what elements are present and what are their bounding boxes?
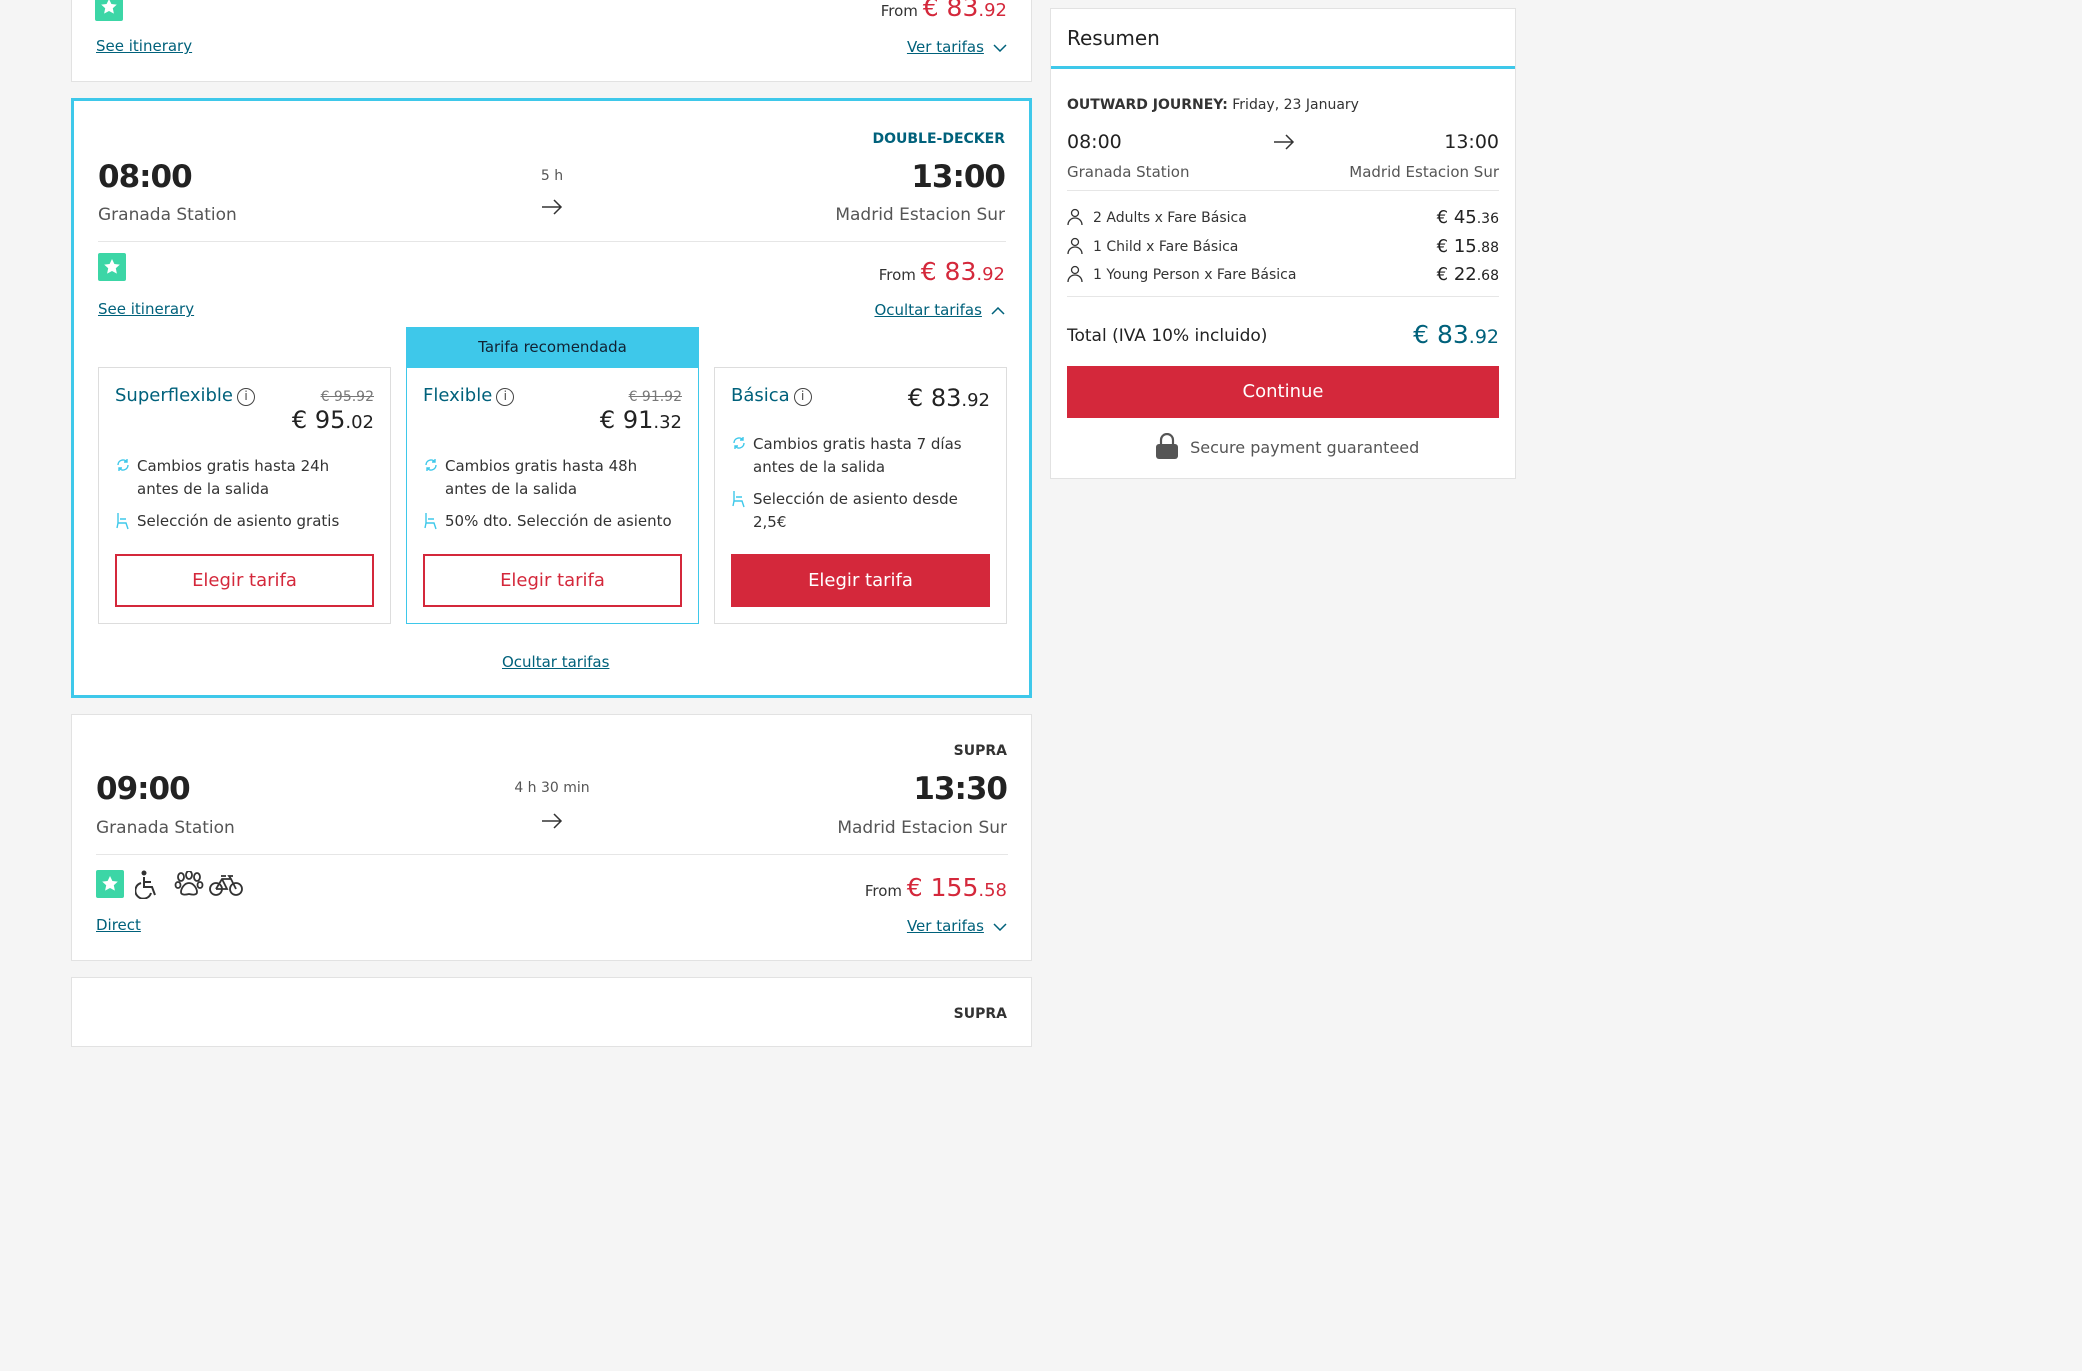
journey-card-next: SUPRA bbox=[71, 977, 1032, 1047]
arrival-time: 13:30 bbox=[913, 771, 1008, 807]
info-icon[interactable]: i bbox=[793, 388, 812, 406]
summary-accent-bar bbox=[1051, 66, 1515, 69]
person-icon bbox=[1067, 265, 1083, 283]
fare-price: € 83.92 bbox=[907, 384, 990, 412]
journey-card-0900: SUPRA 09:00 4 h 30 min 13:30 Granada Sta… bbox=[71, 714, 1032, 961]
passenger-line: 1 Young Person x Fare Básica € 22.68 bbox=[1067, 264, 1499, 285]
chevron-up-icon bbox=[991, 306, 1005, 315]
see-itinerary-link[interactable]: See itinerary bbox=[96, 37, 192, 55]
total-label: Total (IVA 10% incluido) bbox=[1067, 326, 1268, 346]
feature-changes: Cambios gratis hasta 7 días antes de la … bbox=[731, 433, 991, 479]
ocultar-tarifas-toggle[interactable]: Ocultar tarifas bbox=[874, 300, 1005, 319]
passenger-line: 2 Adults x Fare Básica € 45.36 bbox=[1067, 207, 1499, 228]
journey-card-previous: See itinerary From € 83.92 Ver tarifas bbox=[71, 0, 1032, 82]
divider bbox=[96, 854, 1008, 855]
person-icon bbox=[1067, 208, 1083, 226]
info-icon[interactable]: i bbox=[496, 388, 515, 406]
wheelchair-icon bbox=[135, 870, 156, 899]
journey-card-selected: DOUBLE-DECKER 08:00 5 h 13:00 Granada St… bbox=[71, 98, 1032, 698]
feature-seat: 50% dto. Selección de asiento bbox=[423, 510, 683, 533]
star-icon bbox=[96, 870, 124, 898]
divider bbox=[1067, 296, 1499, 297]
departure-time: 09:00 bbox=[96, 771, 191, 807]
fare-card-flexible: Flexible i € 91.92 € 91.32 Cambios gratis… bbox=[406, 367, 699, 624]
train-type-tag: DOUBLE-DECKER bbox=[872, 131, 1005, 147]
continue-button[interactable]: Continue bbox=[1067, 366, 1499, 418]
chevron-down-icon bbox=[993, 43, 1007, 52]
feature-changes: Cambios gratis hasta 24h antes de la sal… bbox=[115, 455, 375, 501]
train-type-tag: SUPRA bbox=[953, 743, 1007, 759]
fare-card-basica: Básica i € 83.92 Cambios gratis hasta 7 d… bbox=[714, 367, 1007, 624]
summary-arrive-time: 13:00 bbox=[1444, 131, 1499, 153]
origin-station: Granada Station bbox=[96, 818, 235, 838]
divider bbox=[1067, 190, 1499, 191]
from-price: From € 83.92 bbox=[878, 257, 1005, 286]
arrow-right-icon bbox=[542, 813, 563, 829]
seat-icon bbox=[424, 513, 437, 530]
refresh-icon bbox=[733, 437, 745, 449]
divider bbox=[98, 241, 1006, 242]
destination-station: Madrid Estacion Sur bbox=[837, 818, 1007, 838]
feature-seat: Selección de asiento gratis bbox=[115, 510, 375, 533]
chevron-down-icon bbox=[993, 922, 1007, 931]
summary-origin: Granada Station bbox=[1067, 163, 1190, 181]
lock-icon bbox=[1156, 432, 1178, 459]
total-price: € 83.92 bbox=[1413, 320, 1499, 349]
paw-icon bbox=[174, 871, 204, 896]
refresh-icon bbox=[425, 459, 437, 471]
feature-changes: Cambios gratis hasta 48h antes de la sal… bbox=[423, 455, 683, 501]
ocultar-tarifas-link[interactable]: Ocultar tarifas bbox=[502, 653, 609, 671]
train-type-tag: SUPRA bbox=[953, 1006, 1007, 1022]
summary-panel: Resumen OUTWARD JOURNEY: Friday, 23 Janu… bbox=[1050, 8, 1516, 479]
fare-card-superflexible: Superflexible i € 95.92 € 95.02 Cambios g… bbox=[98, 367, 391, 624]
fare-name: Básica i bbox=[731, 385, 812, 406]
direct-link[interactable]: Direct bbox=[96, 916, 141, 934]
see-itinerary-link[interactable]: See itinerary bbox=[98, 300, 194, 318]
fare-name: Flexible i bbox=[423, 385, 515, 406]
elegir-tarifa-button[interactable]: Elegir tarifa bbox=[731, 554, 990, 607]
ver-tarifas-toggle[interactable]: Ver tarifas bbox=[907, 37, 1007, 56]
fare-price: € 91.32 bbox=[599, 406, 682, 434]
info-icon[interactable]: i bbox=[236, 388, 255, 406]
summary-title: Resumen bbox=[1067, 26, 1160, 50]
fare-name: Superflexible i bbox=[115, 385, 255, 406]
refresh-icon bbox=[117, 459, 129, 471]
elegir-tarifa-button[interactable]: Elegir tarifa bbox=[115, 554, 374, 607]
duration: 5 h bbox=[540, 168, 564, 184]
duration: 4 h 30 min bbox=[514, 780, 590, 796]
elegir-tarifa-button[interactable]: Elegir tarifa bbox=[423, 554, 682, 607]
fare-price: € 95.02 bbox=[291, 406, 374, 434]
arrow-right-icon bbox=[1274, 134, 1295, 150]
arrow-right-icon bbox=[542, 199, 563, 215]
from-price: From € 155.58 bbox=[864, 873, 1007, 902]
feature-seat: Selección de asiento desde 2,5€ bbox=[731, 488, 991, 534]
from-price: From € 83.92 bbox=[880, 0, 1007, 22]
ver-tarifas-toggle[interactable]: Ver tarifas bbox=[907, 916, 1007, 935]
recommended-label: Tarifa recomendada bbox=[406, 327, 699, 367]
star-icon bbox=[98, 253, 126, 281]
summary-destination: Madrid Estacion Sur bbox=[1349, 163, 1499, 181]
seat-icon bbox=[116, 513, 129, 530]
journey-heading: OUTWARD JOURNEY: Friday, 23 January bbox=[1067, 97, 1359, 113]
bicycle-icon bbox=[209, 875, 243, 896]
star-icon bbox=[95, 0, 123, 21]
secure-payment: Secure payment guaranteed bbox=[1155, 432, 1419, 459]
summary-depart-time: 08:00 bbox=[1067, 131, 1122, 153]
person-icon bbox=[1067, 237, 1083, 255]
origin-station: Granada Station bbox=[98, 205, 237, 225]
old-price: € 91.92 bbox=[628, 389, 682, 405]
departure-time: 08:00 bbox=[98, 159, 193, 195]
passenger-line: 1 Child x Fare Básica € 15.88 bbox=[1067, 236, 1499, 257]
old-price: € 95.92 bbox=[320, 389, 374, 405]
arrival-time: 13:00 bbox=[911, 159, 1006, 195]
seat-icon bbox=[732, 491, 745, 508]
destination-station: Madrid Estacion Sur bbox=[835, 205, 1005, 225]
